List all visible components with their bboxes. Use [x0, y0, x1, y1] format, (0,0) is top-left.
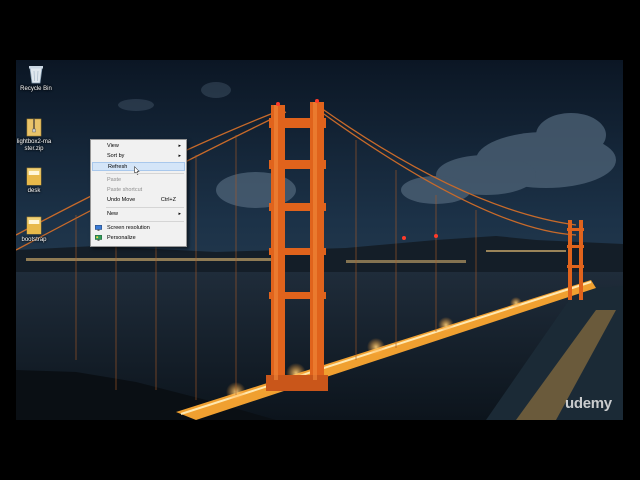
- menu-item-label: Undo Move: [107, 197, 136, 203]
- menu-item-shortcut: Ctrl+Z: [160, 197, 176, 203]
- recycle-bin-label: Recycle Bin: [20, 86, 52, 92]
- folder-icon: [26, 167, 42, 186]
- screen-resolution-icon: [95, 225, 102, 231]
- menu-item-sort-by[interactable]: Sort by ▸: [92, 152, 185, 161]
- submenu-arrow-icon: ▸: [178, 211, 181, 217]
- menu-item-view[interactable]: View ▸: [92, 142, 185, 151]
- udemy-watermark: udemy: [565, 395, 612, 412]
- menu-item-label: Personalize: [107, 235, 136, 241]
- menu-item-label: Refresh: [108, 164, 128, 170]
- menu-item-paste[interactable]: Paste: [92, 176, 185, 185]
- submenu-arrow-icon: ▸: [178, 143, 181, 149]
- zip-file-shortcut[interactable]: lightbox2-ma ster.zip: [16, 117, 57, 153]
- menu-item-screen-resolution[interactable]: Screen resolution: [92, 224, 185, 233]
- menu-separator: [106, 173, 184, 174]
- menu-item-label: Sort by: [107, 153, 125, 159]
- bootstrap-folder-shortcut[interactable]: bootstrap: [16, 215, 57, 244]
- submenu-arrow-icon: ▸: [178, 153, 181, 159]
- zip-folder-icon: [26, 118, 42, 137]
- desktop-context-menu: View ▸ Sort by ▸ Refresh Paste Paste sho…: [90, 139, 187, 247]
- menu-item-refresh[interactable]: Refresh: [92, 162, 185, 175]
- recycle-bin-icon: [29, 66, 43, 84]
- menu-item-undo-move[interactable]: Undo Move Ctrl+Z: [92, 196, 185, 205]
- menu-item-label: Paste shortcut: [107, 187, 143, 193]
- menu-separator: [106, 221, 184, 222]
- bootstrap-folder-label: bootstrap: [21, 237, 47, 243]
- menu-item-label: View: [107, 143, 119, 149]
- menu-item-label: Screen resolution: [107, 225, 150, 231]
- desk-folder-shortcut[interactable]: desk: [16, 166, 57, 195]
- recycle-bin-shortcut[interactable]: Recycle Bin: [16, 64, 59, 93]
- menu-separator: [106, 207, 184, 208]
- menu-item-new[interactable]: New ▸: [92, 210, 185, 219]
- menu-item-label: New: [107, 211, 119, 217]
- personalize-icon: [95, 235, 102, 241]
- folder-icon: [26, 216, 42, 235]
- desk-folder-label: desk: [27, 188, 41, 194]
- menu-item-label: Paste: [107, 177, 122, 183]
- menu-item-personalize[interactable]: Personalize: [92, 234, 185, 243]
- menu-item-paste-shortcut[interactable]: Paste shortcut: [92, 186, 185, 195]
- zip-file-label: lightbox2-ma ster.zip: [16, 139, 52, 152]
